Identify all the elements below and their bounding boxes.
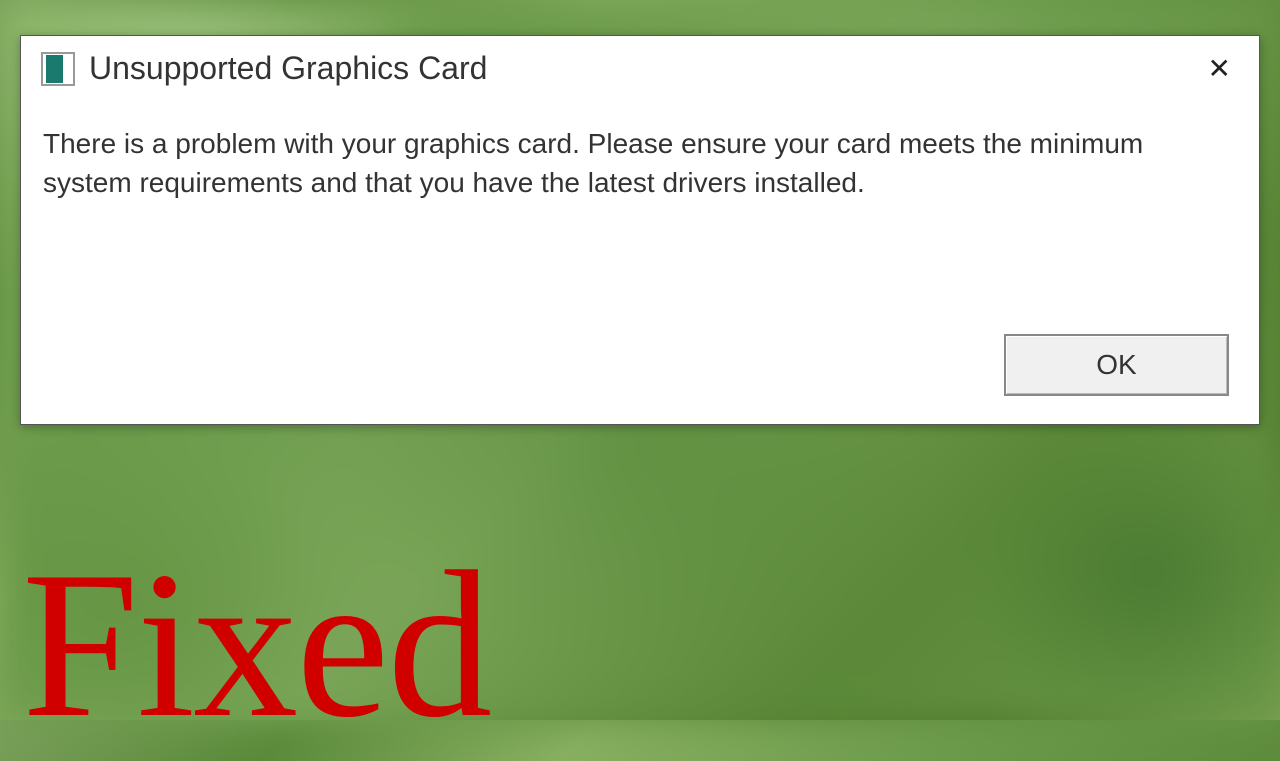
- title-bar: Unsupported Graphics Card ✕: [21, 36, 1259, 97]
- overlay-caption: Fixed: [22, 540, 490, 750]
- window-title: Unsupported Graphics Card: [89, 50, 487, 87]
- ok-button[interactable]: OK: [1004, 334, 1229, 396]
- close-icon[interactable]: ✕: [1200, 52, 1239, 85]
- app-icon: [41, 52, 75, 86]
- dialog-message: There is a problem with your graphics ca…: [21, 97, 1259, 212]
- button-row: OK: [1004, 334, 1229, 396]
- app-icon-inner: [46, 55, 63, 83]
- title-left: Unsupported Graphics Card: [41, 50, 487, 87]
- error-dialog: Unsupported Graphics Card ✕ There is a p…: [20, 35, 1260, 425]
